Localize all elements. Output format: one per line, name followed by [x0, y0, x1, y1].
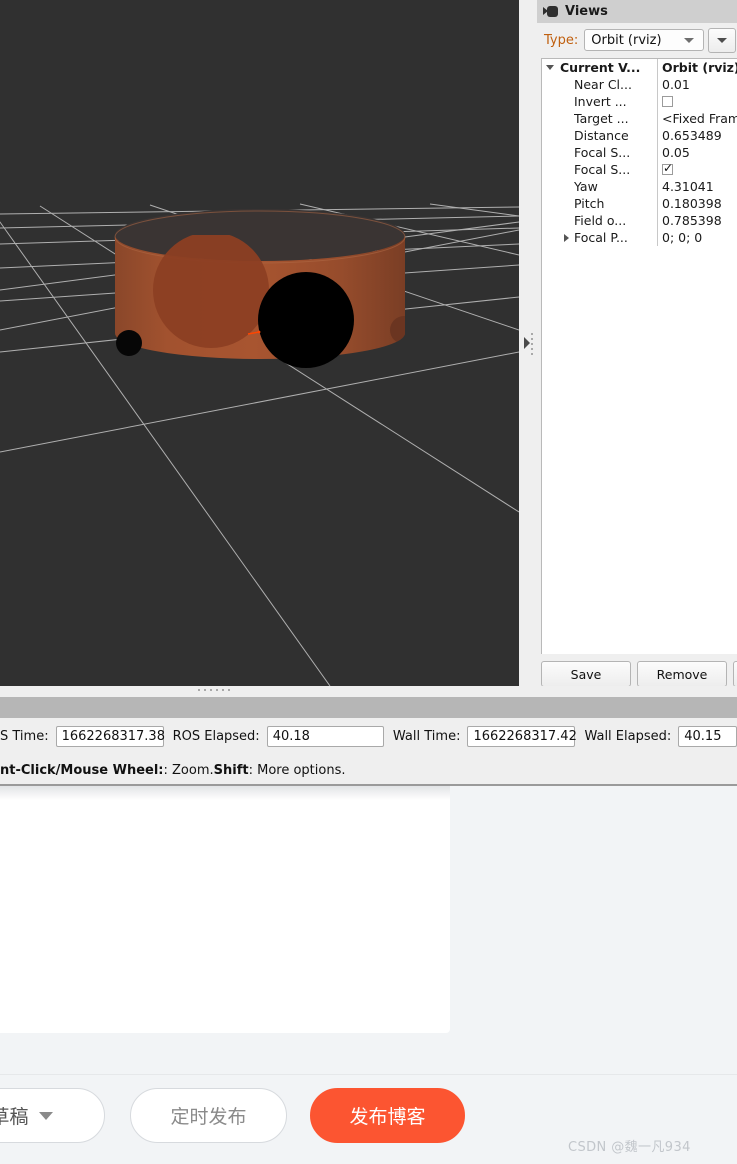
chevron-down-icon — [717, 37, 728, 43]
property-value[interactable]: 0; 0; 0 — [657, 229, 737, 246]
table-row[interactable]: Pitch 0.180398 — [542, 195, 737, 212]
property-name: Field o... — [574, 213, 627, 228]
ros-time-label: S Time: — [0, 729, 49, 744]
wall-elapsed-label: Wall Elapsed: — [584, 729, 672, 744]
table-row[interactable]: Field o... 0.785398 — [542, 212, 737, 229]
table-row[interactable]: Invert ... — [542, 93, 737, 110]
focal-shape-fixed-size-checkbox[interactable] — [662, 161, 673, 175]
view-type-value: Orbit (rviz) — [591, 32, 662, 48]
expander-closed-icon[interactable] — [564, 233, 569, 242]
property-value[interactable]: 0.653489 — [657, 127, 737, 144]
table-row[interactable]: Yaw 4.31041 — [542, 178, 737, 195]
action-bar-divider — [0, 1074, 737, 1075]
rviz-3d-viewport[interactable] — [0, 0, 519, 686]
chevron-down-icon — [684, 37, 695, 43]
splitter-grip-dots — [198, 689, 230, 691]
table-row[interactable]: Current V... Orbit (rviz) — [542, 59, 737, 76]
view-type-dropdown-button[interactable] — [708, 27, 737, 53]
chassis-sensor-patch — [153, 235, 269, 348]
hint-bold-2: Shift — [213, 763, 249, 778]
invert-checkbox[interactable] — [662, 96, 673, 107]
views-panel-title-bar[interactable]: Views — [537, 0, 737, 23]
expander-open-icon[interactable] — [546, 65, 554, 70]
hint-bold-1: nt-Click/Mouse Wheel: — [0, 763, 164, 778]
hint-text-1: : Zoom. — [163, 763, 214, 778]
views-panel-buttons: Save Remove — [541, 661, 737, 687]
rename-button[interactable] — [733, 661, 737, 687]
wall-time-field[interactable]: 1662268317.42 — [467, 726, 577, 747]
publish-blog-button[interactable]: 发布博客 — [310, 1088, 465, 1143]
table-row[interactable]: Target ... <Fixed Fram — [542, 110, 737, 127]
table-row[interactable]: Focal S... — [542, 161, 737, 178]
view-type-select[interactable]: Orbit (rviz) — [584, 29, 705, 51]
property-name: Focal S... — [574, 162, 631, 177]
property-value[interactable]: 4.31041 — [657, 178, 737, 195]
property-name: Target ... — [574, 111, 629, 126]
view-type-label: Type: — [544, 32, 579, 48]
property-name: Invert ... — [574, 94, 627, 109]
rviz-time-bar: S Time: 1662268317.38 ROS Elapsed: 40.18… — [0, 718, 737, 755]
wall-elapsed-field[interactable]: 40.15 — [678, 726, 737, 747]
ros-elapsed-label: ROS Elapsed: — [172, 729, 260, 744]
property-value[interactable]: 0.785398 — [657, 212, 737, 229]
chevron-down-icon — [38, 1111, 53, 1120]
camera-icon — [543, 6, 559, 17]
splitter-collapse-arrow-icon[interactable] — [524, 337, 530, 349]
property-value[interactable]: <Fixed Fram — [657, 110, 737, 127]
property-name: Near Cl... — [574, 77, 632, 92]
splitter-grip-dots — [531, 333, 534, 358]
viewport-bottom-splitter[interactable] — [0, 686, 737, 697]
remove-button[interactable]: Remove — [637, 661, 727, 687]
rviz-hint-bar: nt-Click/Mouse Wheel:: Zoom. Shift: More… — [0, 757, 737, 784]
csdn-watermark: CSDN @魏一凡934 — [568, 1140, 691, 1155]
property-name: Pitch — [574, 196, 605, 211]
property-value[interactable]: 0.01 — [657, 76, 737, 93]
view-properties-tree[interactable]: Current V... Orbit (rviz) Near Cl... 0.0… — [541, 58, 737, 654]
property-name: Yaw — [574, 179, 598, 194]
property-name: Distance — [574, 128, 629, 143]
save-draft-button[interactable]: 草稿 — [0, 1088, 105, 1143]
table-row[interactable]: Focal S... 0.05 — [542, 144, 737, 161]
property-value[interactable]: 0.180398 — [657, 195, 737, 212]
views-panel-title: Views — [565, 4, 608, 19]
property-name: Focal S... — [574, 145, 631, 160]
property-value[interactable] — [657, 93, 737, 110]
table-row[interactable]: Near Cl... 0.01 — [542, 76, 737, 93]
save-button[interactable]: Save — [541, 661, 631, 687]
view-type-row: Type: Orbit (rviz) — [537, 26, 737, 54]
property-value[interactable]: Orbit (rviz) — [657, 59, 737, 76]
robot-wheel-front — [258, 272, 354, 368]
ros-elapsed-field[interactable]: 40.18 — [266, 726, 384, 747]
editor-top-shadow — [0, 786, 450, 800]
views-panel: Views Type: Orbit (rviz) Current V... Or… — [537, 0, 737, 687]
robot-caster-left — [116, 330, 142, 356]
robot-caster-right — [390, 316, 405, 344]
robot-scene — [0, 203, 519, 686]
hint-text-2: : More options. — [248, 763, 346, 778]
save-draft-label: 草稿 — [0, 1106, 29, 1128]
property-name: Focal P... — [574, 230, 628, 245]
viewport-panel-splitter[interactable] — [519, 0, 537, 686]
rviz-window: Views Type: Orbit (rviz) Current V... Or… — [0, 0, 737, 786]
editor-content-card[interactable] — [0, 786, 450, 1033]
property-value[interactable]: 0.05 — [657, 144, 737, 161]
property-name: Current V... — [560, 60, 641, 75]
ros-time-field[interactable]: 1662268317.38 — [55, 726, 165, 747]
table-row[interactable]: Distance 0.653489 — [542, 127, 737, 144]
property-value[interactable] — [657, 161, 737, 178]
schedule-publish-button[interactable]: 定时发布 — [130, 1088, 287, 1143]
table-row[interactable]: Focal P... 0; 0; 0 — [542, 229, 737, 246]
disabled-toolbar-band — [0, 697, 737, 718]
wall-time-label: Wall Time: — [392, 729, 461, 744]
